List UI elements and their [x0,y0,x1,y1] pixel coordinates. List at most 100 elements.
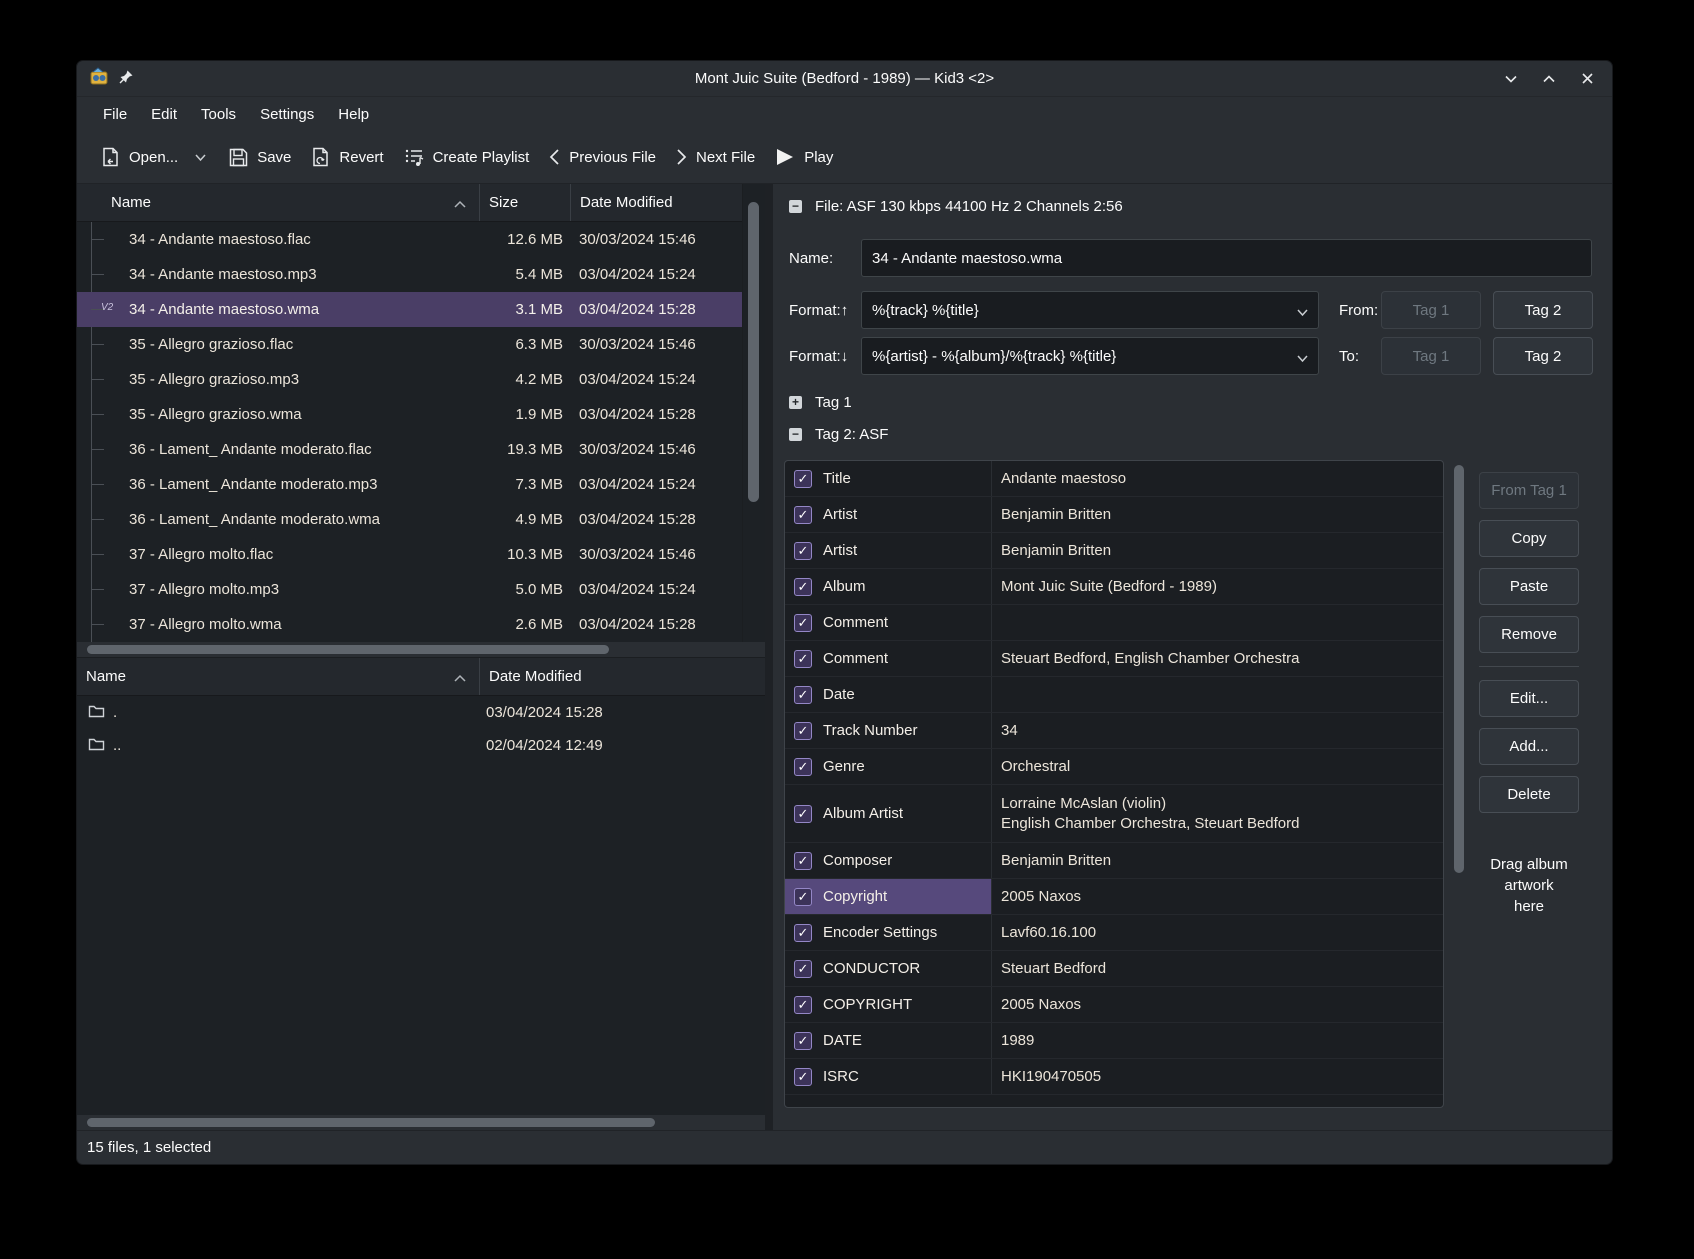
scrollbar-thumb[interactable] [87,645,609,654]
from-tag1-button[interactable]: Tag 1 [1381,291,1481,329]
titlebar[interactable]: Mont Juic Suite (Bedford - 1989) — Kid3 … [77,61,1612,97]
file-row[interactable]: 35 - Allegro grazioso.flac 6.3 MB 30/03/… [77,327,742,362]
file-row[interactable]: 34 - Andante maestoso.mp3 5.4 MB 03/04/2… [77,257,742,292]
paste-button[interactable]: Paste [1479,568,1579,605]
frame-value[interactable]: Lavf60.16.100 [991,915,1443,950]
frame-checkbox[interactable]: ✓ [794,805,812,823]
frame-checkbox[interactable]: ✓ [794,614,812,632]
file-column-name[interactable]: Name [77,184,479,221]
menu-help[interactable]: Help [326,101,381,128]
minimize-icon[interactable] [1500,68,1522,90]
frame-checkbox[interactable]: ✓ [794,578,812,596]
dir-list-horizontal-scrollbar[interactable] [77,1115,765,1130]
frame-checkbox[interactable]: ✓ [794,1032,812,1050]
frame-value[interactable]: Benjamin Britten [991,843,1443,878]
file-row[interactable]: 37 - Allegro molto.mp3 5.0 MB 03/04/2024… [77,572,742,607]
frame-checkbox[interactable]: ✓ [794,924,812,942]
tag-frame-row[interactable]: ✓ DATE 1989 [785,1023,1443,1059]
file-row[interactable]: V2 34 - Andante maestoso.wma 3.1 MB 03/0… [77,292,742,327]
frame-value[interactable]: Lorraine McAslan (violin) English Chambe… [991,785,1443,842]
dir-column-date[interactable]: Date Modified [479,658,765,695]
tag-frame-row[interactable]: ✓ Genre Orchestral [785,749,1443,785]
scrollbar-thumb[interactable] [87,1118,655,1127]
add-button[interactable]: Add... [1479,728,1579,765]
frame-checkbox[interactable]: ✓ [794,722,812,740]
tag-frame-row[interactable]: ✓ Title Andante maestoso [785,461,1443,497]
remove-button[interactable]: Remove [1479,616,1579,653]
from-tag1-copy-button[interactable]: From Tag 1 [1479,472,1579,509]
frame-checkbox[interactable]: ✓ [794,542,812,560]
file-row[interactable]: 36 - Lament_ Andante moderato.flac 19.3 … [77,432,742,467]
file-list-horizontal-scrollbar[interactable] [77,642,765,657]
tag1-section-header[interactable]: + Tag 1 [789,394,852,411]
frame-value[interactable]: Andante maestoso [991,461,1443,496]
menu-settings[interactable]: Settings [248,101,326,128]
frame-value[interactable]: Benjamin Britten [991,497,1443,532]
frame-checkbox[interactable]: ✓ [794,852,812,870]
next-file-button[interactable]: Next File [666,139,765,175]
file-row[interactable]: 36 - Lament_ Andante moderato.wma 4.9 MB… [77,502,742,537]
collapse-icon[interactable]: − [789,200,802,213]
frame-value[interactable]: 34 [991,713,1443,748]
tag-frame-row[interactable]: ✓ Comment Steuart Bedford, English Chamb… [785,641,1443,677]
to-tag2-button[interactable]: Tag 2 [1493,337,1593,375]
file-row[interactable]: 35 - Allegro grazioso.mp3 4.2 MB 03/04/2… [77,362,742,397]
dir-row[interactable]: . 03/04/2024 15:28 [77,696,765,729]
frame-value[interactable]: Steuart Bedford [991,951,1443,986]
frame-checkbox[interactable]: ✓ [794,650,812,668]
pane-splitter[interactable] [765,184,773,1130]
frame-checkbox[interactable]: ✓ [794,686,812,704]
delete-button[interactable]: Delete [1479,776,1579,813]
collapse-icon[interactable]: − [789,428,802,441]
tag-frame-row[interactable]: ✓ Date [785,677,1443,713]
maximize-icon[interactable] [1538,68,1560,90]
tag-frame-row[interactable]: ✓ Artist Benjamin Britten [785,533,1443,569]
tag-frame-row[interactable]: ✓ COPYRIGHT 2005 Naxos [785,987,1443,1023]
scrollbar-thumb[interactable] [1454,465,1464,873]
expand-icon[interactable]: + [789,396,802,409]
menu-edit[interactable]: Edit [139,101,189,128]
open-button[interactable]: Open... [91,138,188,176]
tag-frame-row[interactable]: ✓ CONDUCTOR Steuart Bedford [785,951,1443,987]
file-list-vertical-scrollbar[interactable] [743,184,765,642]
menu-tools[interactable]: Tools [189,101,248,128]
tag-frame-row[interactable]: ✓ Encoder Settings Lavf60.16.100 [785,915,1443,951]
tag-frame-row[interactable]: ✓ Track Number 34 [785,713,1443,749]
tag-frame-row[interactable]: ✓ Artist Benjamin Britten [785,497,1443,533]
frame-checkbox[interactable]: ✓ [794,470,812,488]
frame-checkbox[interactable]: ✓ [794,996,812,1014]
dir-row[interactable]: .. 02/04/2024 12:49 [77,729,765,762]
from-tag2-button[interactable]: Tag 2 [1493,291,1593,329]
filename-input[interactable]: 34 - Andante maestoso.wma [861,239,1592,277]
frame-checkbox[interactable]: ✓ [794,506,812,524]
frame-value[interactable]: Steuart Bedford, English Chamber Orchest… [991,641,1443,676]
play-button[interactable]: Play [765,139,843,175]
create-playlist-button[interactable]: Create Playlist [394,139,540,176]
frame-value[interactable] [991,677,1443,712]
frame-checkbox[interactable]: ✓ [794,1068,812,1086]
file-column-size[interactable]: Size [479,184,570,221]
close-icon[interactable] [1576,68,1598,90]
format-from-filename-combobox[interactable]: %{track} %{title} [861,291,1319,329]
frame-value[interactable]: HKI190470505 [991,1059,1443,1094]
frame-value[interactable]: 2005 Naxos [991,987,1443,1022]
album-artwork-drop-area[interactable]: Drag albumartworkhere [1479,854,1579,917]
frame-checkbox[interactable]: ✓ [794,960,812,978]
frame-value[interactable] [991,605,1443,640]
frame-checkbox[interactable]: ✓ [794,758,812,776]
tag-frame-row[interactable]: ✓ Composer Benjamin Britten [785,843,1443,879]
revert-button[interactable]: Revert [301,138,393,176]
file-row[interactable]: 37 - Allegro molto.flac 10.3 MB 30/03/20… [77,537,742,572]
tag-frame-row[interactable]: ✓ Copyright 2005 Naxos [785,879,1443,915]
previous-file-button[interactable]: Previous File [539,139,666,175]
frame-value[interactable]: Benjamin Britten [991,533,1443,568]
frame-checkbox[interactable]: ✓ [794,888,812,906]
tag2-section-header[interactable]: − Tag 2: ASF [789,426,888,443]
frame-value[interactable]: 2005 Naxos [991,879,1443,914]
format-to-filename-combobox[interactable]: %{artist} - %{album}/%{track} %{title} [861,337,1319,375]
file-column-date[interactable]: Date Modified [570,184,743,221]
tag-frame-row[interactable]: ✓ ISRC HKI190470505 [785,1059,1443,1095]
dir-column-name[interactable]: Name [77,658,479,695]
frame-value[interactable]: 1989 [991,1023,1443,1058]
save-button[interactable]: Save [219,139,301,176]
